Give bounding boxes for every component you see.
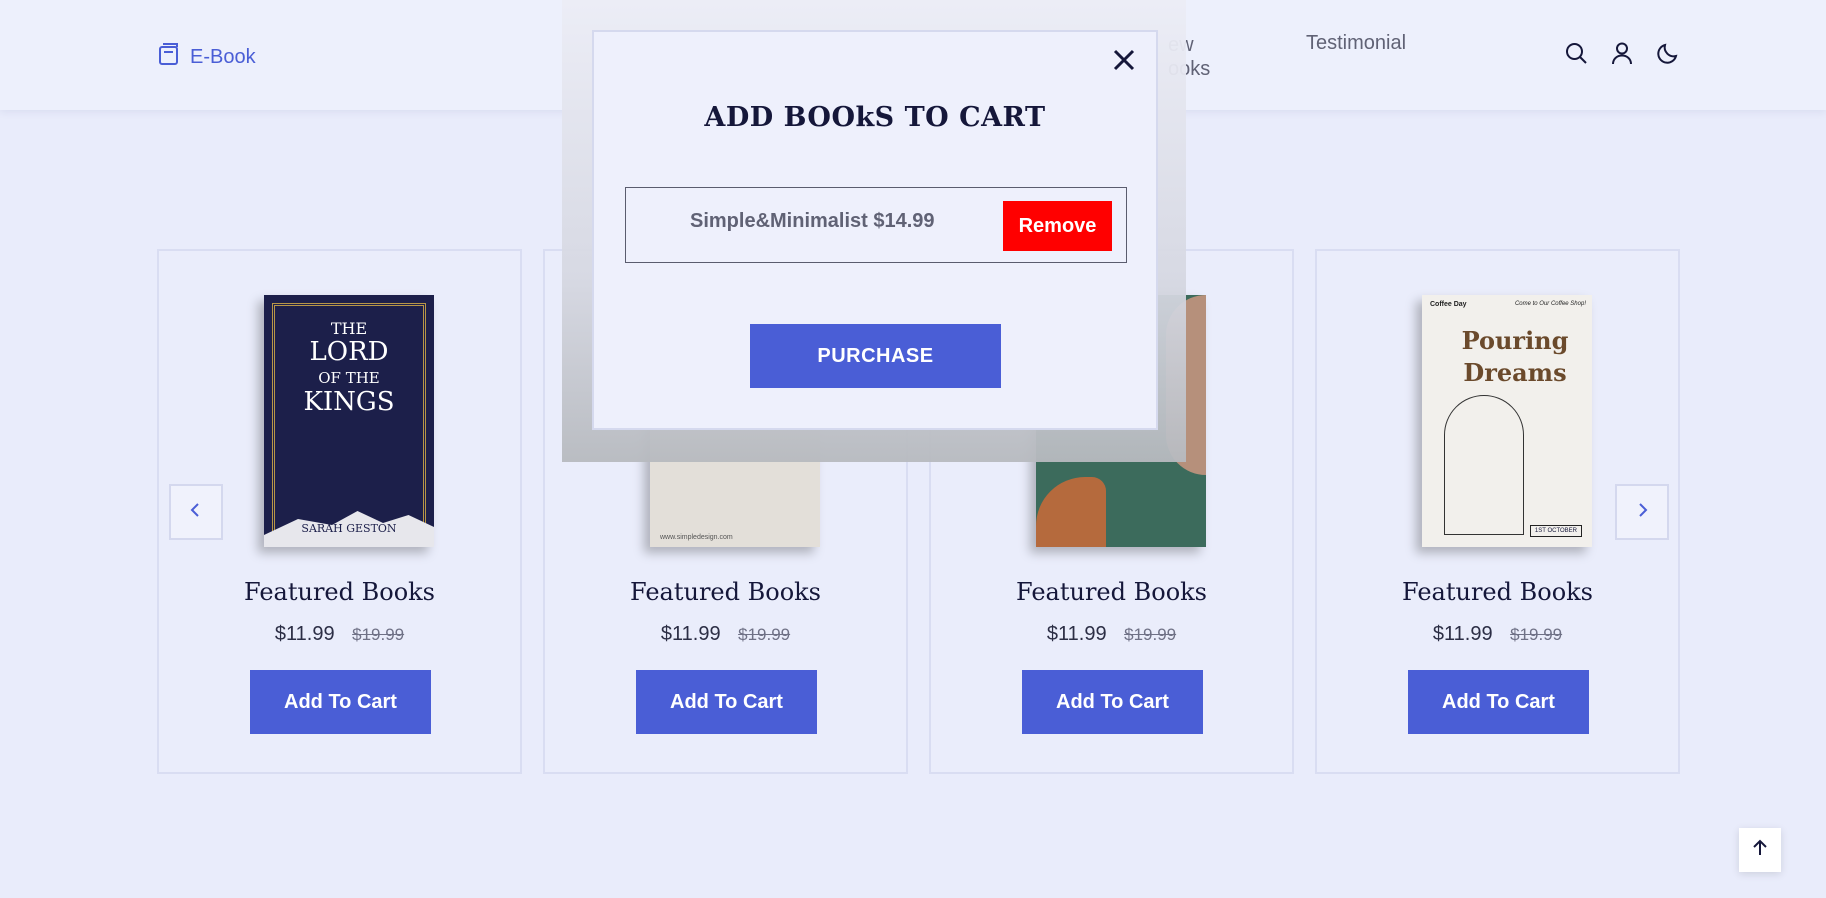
cover-text: Come to Our Coffee Shop! xyxy=(1514,301,1586,307)
arrow-up-icon xyxy=(1751,839,1769,862)
remove-button[interactable]: Remove xyxy=(1003,201,1112,251)
slider-next-button[interactable] xyxy=(1615,484,1669,540)
add-to-cart-button[interactable]: Add To Cart xyxy=(636,670,817,734)
back-to-top-button[interactable] xyxy=(1739,828,1781,872)
cover-date: 1ST OCTOBER xyxy=(1529,525,1582,537)
modal-title: ADD BOOkS TO CART xyxy=(704,102,1046,133)
book-title: Featured Books xyxy=(1015,578,1207,606)
old-price: $19.99 xyxy=(352,625,405,644)
current-price: $11.99 xyxy=(1432,623,1493,645)
cover-author: SARAH GESTON xyxy=(301,522,397,535)
current-price: $11.99 xyxy=(274,623,335,645)
book-title: Featured Books xyxy=(1401,578,1593,606)
chevron-right-icon xyxy=(1634,502,1650,523)
cart-item-text: Simple&Minimalist $14.99 xyxy=(690,210,935,232)
cover-url: www.simpledesign.com xyxy=(660,534,733,541)
book-prices: $11.99 $19.99 xyxy=(1317,623,1678,646)
cover-text: Dreams xyxy=(1463,358,1567,387)
book-cover-image[interactable]: THE LORD OF THE KINGS SARAH GESTON xyxy=(264,295,434,547)
old-price: $19.99 xyxy=(1510,625,1563,644)
cover-text: LORD xyxy=(309,337,389,367)
add-to-cart-button[interactable]: Add To Cart xyxy=(1022,670,1203,734)
current-price: $11.99 xyxy=(660,623,721,645)
search-icon[interactable] xyxy=(1564,41,1588,65)
logo-label: E-Book xyxy=(190,45,256,68)
book-cover-image[interactable]: Coffee Day Come to Our Coffee Shop! Pour… xyxy=(1422,295,1592,547)
cover-headline: Pouring Dreams xyxy=(1450,325,1580,389)
book-prices: $11.99 $19.99 xyxy=(545,623,906,646)
cover-text: KINGS xyxy=(303,387,395,417)
book-prices: $11.99 $19.99 xyxy=(931,623,1292,646)
book-title: Featured Books xyxy=(629,578,821,606)
close-icon[interactable] xyxy=(1108,44,1140,76)
chevron-left-icon xyxy=(188,502,204,523)
slider-prev-button[interactable] xyxy=(169,484,223,540)
nav-link-testimonial[interactable]: Testimonial xyxy=(1306,32,1406,55)
cover-text: Coffee Day xyxy=(1430,301,1467,308)
cover-text: OF THE xyxy=(318,369,380,387)
user-icon[interactable] xyxy=(1610,41,1634,65)
current-price: $11.99 xyxy=(1046,623,1107,645)
add-to-cart-button[interactable]: Add To Cart xyxy=(250,670,431,734)
header-icons xyxy=(1564,41,1680,65)
logo-link[interactable]: E-Book xyxy=(158,42,256,72)
book-prices: $11.99 $19.99 xyxy=(159,623,520,646)
moon-icon[interactable] xyxy=(1656,41,1680,65)
old-price: $19.99 xyxy=(1124,625,1177,644)
purchase-button[interactable]: PURCHASE xyxy=(750,324,1001,388)
cart-modal: ADD BOOkS TO CART Simple&Minimalist $14.… xyxy=(592,30,1158,430)
old-price: $19.99 xyxy=(738,625,791,644)
cover-text: Pouring xyxy=(1461,326,1569,355)
cover-text: THE xyxy=(330,319,368,338)
cart-item: Simple&Minimalist $14.99 Remove xyxy=(625,187,1127,263)
book-title: Featured Books xyxy=(243,578,435,606)
book-icon xyxy=(158,42,180,72)
add-to-cart-button[interactable]: Add To Cart xyxy=(1408,670,1589,734)
